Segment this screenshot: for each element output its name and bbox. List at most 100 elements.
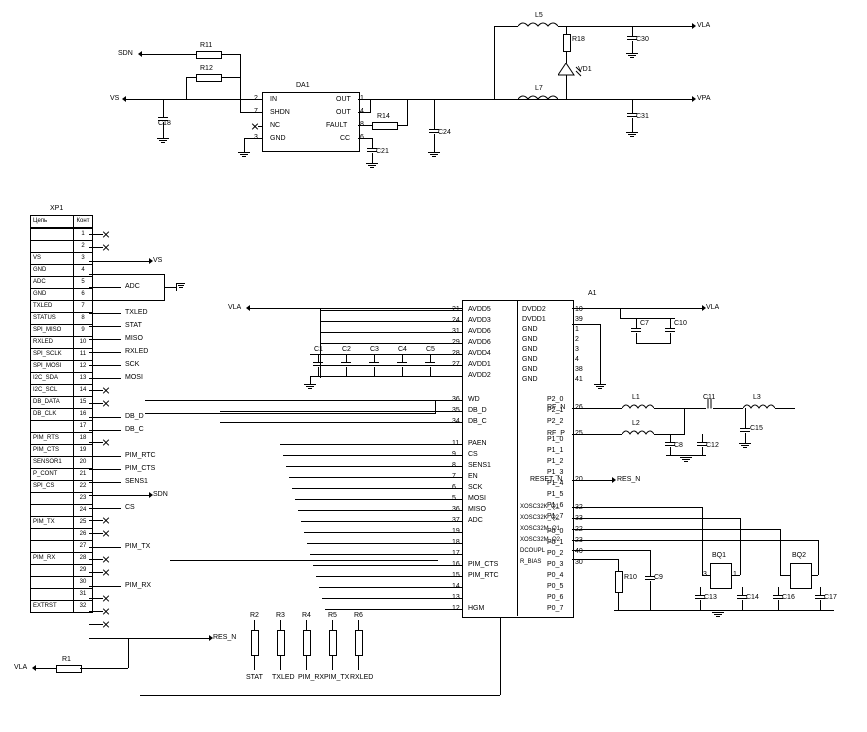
xp1-sig-19: PIM_CTS xyxy=(31,445,74,457)
a1-misc-2: XOSC32M_Q1 xyxy=(520,526,560,532)
xp1-nc-17 xyxy=(103,439,109,445)
l1-ref: L1 xyxy=(632,394,640,401)
c30-lead-t xyxy=(632,26,633,36)
r5 xyxy=(332,655,333,670)
xp1-sig-23 xyxy=(31,493,74,505)
c8-t xyxy=(670,434,671,442)
r12-ref: R12 xyxy=(200,65,213,72)
wire-vla-bus xyxy=(320,308,462,309)
w-dcoupl xyxy=(572,550,650,551)
xp1-stub-27 xyxy=(89,572,103,573)
xp1-nc-14 xyxy=(103,400,109,406)
xp1-stub-2 xyxy=(89,247,103,248)
a1-r-GND7: GND xyxy=(522,376,538,383)
w-xosc32k2 xyxy=(572,518,740,519)
stub-adc: ADC xyxy=(125,283,140,290)
a1-p0-4: P0_4 xyxy=(547,572,563,579)
stub-pimcts: PIM_CTS xyxy=(125,465,155,472)
wire-l7-l xyxy=(494,99,518,100)
da1-pin-gnd: GND xyxy=(270,135,286,142)
xp1-pin-19: 19 xyxy=(74,445,93,457)
xp1-pin-21: 21 xyxy=(74,469,93,481)
w-stub-sck xyxy=(89,365,121,366)
c18-ref: C18 xyxy=(158,120,171,127)
l5-ref: L5 xyxy=(535,12,543,19)
stub-pimrtc: PIM_RTC xyxy=(125,452,156,459)
xp1-sig-32: EXTRST xyxy=(31,601,74,613)
w-xo4-v xyxy=(818,540,819,575)
bottom-lbl-3: PIM_TX xyxy=(324,674,349,681)
xp1-pin-3: 3 xyxy=(74,253,93,265)
c11-l xyxy=(694,408,706,409)
wire-r12-r xyxy=(221,77,240,78)
c1-el xyxy=(318,354,319,362)
r1-h xyxy=(80,668,128,669)
wire-xp1-gnd-ext xyxy=(164,287,176,288)
xp1-pin-20: 20 xyxy=(74,457,93,469)
a1-rn-3: 2 xyxy=(575,336,579,343)
r6 xyxy=(358,620,359,630)
net-vla-mcu: VLA xyxy=(228,304,241,311)
net-sdn: SDN xyxy=(118,50,133,57)
c5-el xyxy=(430,354,431,362)
c31-lead-b xyxy=(632,118,633,132)
xp1-nc-31 xyxy=(103,621,109,627)
bq2-sym xyxy=(790,563,812,589)
w-stub-rxled xyxy=(89,352,121,353)
xp1-nc-24 xyxy=(103,530,109,536)
bq1-sym xyxy=(710,563,732,589)
a1-p0-2: P0_2 xyxy=(547,550,563,557)
w-stub-miso xyxy=(89,339,121,340)
a1-ll-11: PIM_CTS xyxy=(468,561,498,568)
a1-llw-2 xyxy=(286,466,462,467)
a1-r-GND2: GND xyxy=(522,326,538,333)
a1-p2-2: P2_2 xyxy=(547,418,563,425)
a1-rn-4: 3 xyxy=(575,346,579,353)
xp1-pin-25: 25 xyxy=(74,517,93,529)
gnd-dvdd-h xyxy=(572,324,600,325)
vd1-ref: VD1 xyxy=(578,66,592,73)
da1-pin-out1: OUT xyxy=(336,96,351,103)
wire-da1-gnd-v xyxy=(244,138,245,152)
r5 xyxy=(329,630,337,656)
wire-l2-r xyxy=(654,434,684,435)
bq2-ref: BQ2 xyxy=(792,552,806,559)
wire-r14-out xyxy=(407,99,408,126)
xp1-rows: 12VS3GND4ADC5GND6TXLED7STATUS8SPI_MISO9R… xyxy=(30,228,93,613)
a1-misc-3: XOSC32M_Q2 xyxy=(520,537,560,543)
w-bq1-r xyxy=(731,575,740,576)
c11-ref: C11 xyxy=(703,394,715,401)
a1-r-GND3: GND xyxy=(522,336,538,343)
a1-ref: A1 xyxy=(588,290,597,297)
c31-lead-t xyxy=(632,99,633,113)
xp1-nc-2 xyxy=(103,244,109,250)
xp1-sig-4: GND xyxy=(31,265,74,277)
r3 xyxy=(277,630,285,656)
xp1-sig-10: RXLED xyxy=(31,337,74,349)
c8-ref: C8 xyxy=(674,442,683,449)
w-rbias xyxy=(572,559,618,560)
c16: C16 xyxy=(782,594,795,601)
net-vpa: VPA xyxy=(697,95,711,102)
l3-sym xyxy=(743,402,775,410)
r4 xyxy=(306,655,307,670)
r10-v1 xyxy=(618,559,619,571)
c8c12-gnd xyxy=(666,455,706,456)
r5: R5 xyxy=(328,612,337,619)
xp1-nc-13 xyxy=(103,387,109,393)
a1-l-AVDD15: AVDD1 xyxy=(468,361,491,368)
w-stub-sens1 xyxy=(89,482,121,483)
xp1-stub-14 xyxy=(89,403,103,404)
wire-da1-gnd xyxy=(244,138,262,139)
r2 xyxy=(254,620,255,630)
c7-lead-b xyxy=(636,333,637,343)
stub-dbd: DB_D xyxy=(125,413,144,420)
c7-lead-t xyxy=(636,318,637,328)
a1-p0-3: P0_3 xyxy=(547,561,563,568)
xp1-sig-25: PIM_TX xyxy=(31,517,74,529)
wire-out2 xyxy=(358,112,370,113)
a1-llw-11 xyxy=(313,565,462,566)
xp1-stub-1 xyxy=(89,234,103,235)
a1-l-AVDD50: AVDD5 xyxy=(468,306,491,313)
c17: C17 xyxy=(824,594,837,601)
